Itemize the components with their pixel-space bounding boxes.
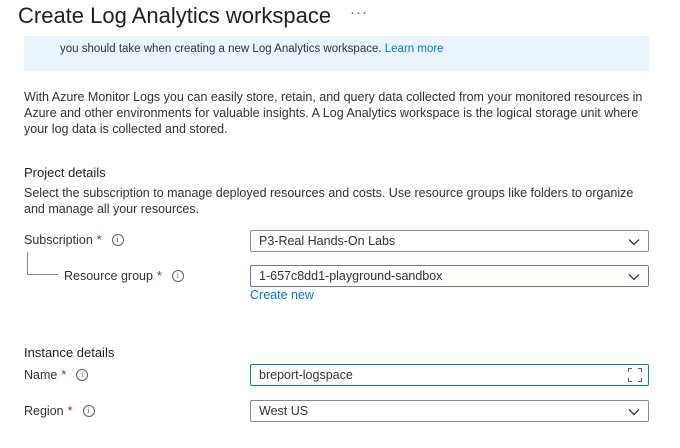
resource-group-label: Resource group * i [64,269,184,283]
info-banner: you should take when creating a new Log … [24,36,649,71]
instance-details-heading: Instance details [24,345,115,360]
subscription-label: Subscription * i [24,233,124,247]
chevron-down-icon [628,409,640,416]
project-details-heading: Project details [24,165,106,180]
subscription-label-text: Subscription [24,233,93,247]
resource-group-value: 1-657c8dd1-playground-sandbox [259,269,443,283]
region-label-text: Region [24,404,64,418]
intro-text: With Azure Monitor Logs you can easily s… [24,90,643,136]
info-icon[interactable]: i [76,369,89,381]
learn-more-link[interactable]: Learn more [385,43,444,55]
chevron-down-icon [628,274,640,281]
expand-icon[interactable] [628,368,642,382]
required-indicator: * [96,233,102,247]
info-icon[interactable]: i [111,234,124,246]
info-banner-text: you should take when creating a new Log … [60,43,444,55]
required-indicator: * [61,368,67,382]
resource-group-dropdown[interactable]: 1-657c8dd1-playground-sandbox [250,265,649,287]
name-label: Name * i [24,368,89,382]
workspace-name-input[interactable]: breport-logspace [250,364,649,386]
page-title: Create Log Analytics workspace [18,3,332,28]
info-icon[interactable]: i [171,270,184,282]
tree-connector-vertical [27,252,28,274]
info-banner-message: you should take when creating a new Log … [60,43,382,55]
name-label-text: Name [24,368,58,382]
resource-group-label-text: Resource group [64,269,153,283]
more-actions-button[interactable]: ··· [350,4,368,21]
info-icon[interactable]: i [82,405,95,417]
project-details-description: Select the subscription to manage deploy… [24,186,634,216]
region-label: Region * i [24,404,95,418]
required-indicator: * [156,269,162,283]
subscription-dropdown[interactable]: P3-Real Hands-On Labs [250,230,649,252]
tree-connector-horizontal [27,274,58,275]
region-dropdown[interactable]: West US [250,400,649,422]
subscription-value: P3-Real Hands-On Labs [259,234,396,248]
create-new-resource-group-link[interactable]: Create new [250,288,314,302]
chevron-down-icon [628,239,640,246]
required-indicator: * [67,404,73,418]
workspace-name-value: breport-logspace [259,368,353,382]
region-value: West US [259,404,309,418]
